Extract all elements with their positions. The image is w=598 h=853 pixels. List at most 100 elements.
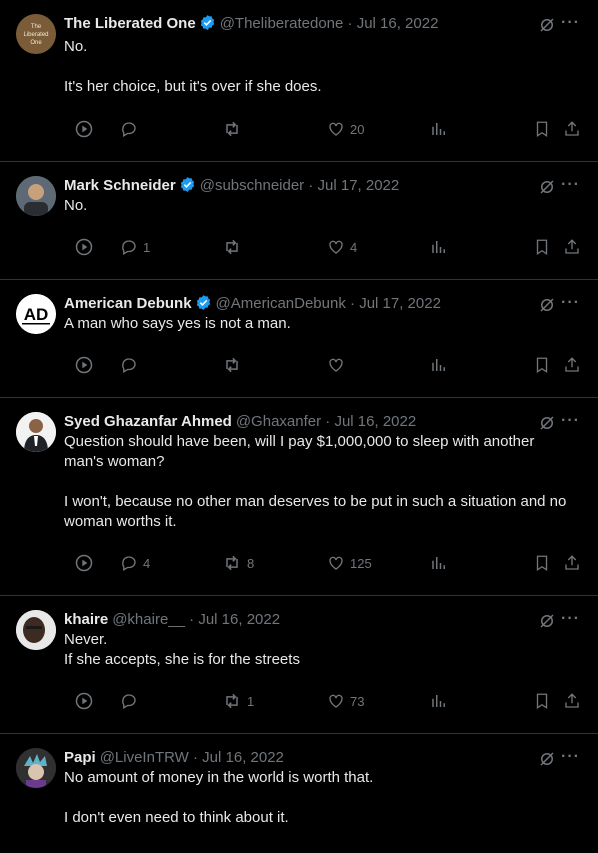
like-button[interactable]	[327, 354, 350, 376]
bookmark-button[interactable]	[533, 552, 551, 574]
more-options-icon[interactable]: ···	[561, 294, 580, 312]
like-count: 20	[350, 121, 365, 137]
views-button[interactable]	[430, 236, 448, 258]
avatar[interactable]: AD	[16, 294, 56, 334]
tweet-actions: 1 4	[0, 236, 598, 258]
display-name[interactable]: Papi	[64, 749, 96, 766]
share-button[interactable]	[563, 118, 581, 140]
play-button[interactable]	[74, 354, 94, 376]
share-button[interactable]	[563, 236, 581, 258]
svg-text:One: One	[30, 40, 42, 46]
avatar-logo-icon: The Liberated One	[16, 14, 56, 54]
tweet[interactable]: Papi @LiveInTRW · Jul 16, 2022 ··· No amo…	[0, 734, 598, 853]
svg-text:The: The	[31, 24, 42, 30]
repost-button[interactable]	[222, 118, 247, 140]
display-name[interactable]: Mark Schneider	[64, 177, 176, 194]
tweet-line	[64, 57, 586, 77]
display-name[interactable]: khaire	[64, 611, 108, 628]
like-button[interactable]: 20	[327, 118, 364, 140]
tweet[interactable]: khaire @khaire__ · Jul 16, 2022 ··· Never…	[0, 596, 598, 734]
avatar-photo-icon	[16, 610, 56, 650]
reply-button[interactable]	[120, 118, 143, 140]
tweet-line: No amount of money in the world is worth…	[64, 769, 374, 786]
tweet-text: No amount of money in the world is worth…	[64, 768, 586, 828]
tweet-line: No.	[64, 38, 88, 55]
tweet-actions: 20	[0, 118, 598, 140]
repost-button[interactable]: 8	[222, 552, 254, 574]
more-options-icon[interactable]: ···	[561, 610, 580, 628]
views-button[interactable]	[430, 552, 448, 574]
play-button[interactable]	[74, 236, 94, 258]
handle[interactable]: @AmericanDebunk	[216, 295, 346, 312]
avatar-photo-icon	[16, 412, 56, 452]
repost-button[interactable]	[222, 236, 247, 258]
like-count: 125	[350, 555, 372, 571]
views-button[interactable]	[430, 690, 448, 712]
views-button[interactable]	[430, 354, 448, 376]
tweet[interactable]: The Liberated One The Liberated One @Thel…	[0, 0, 598, 162]
reply-button[interactable]	[120, 690, 143, 712]
timestamp[interactable]: Jul 17, 2022	[359, 295, 441, 312]
reply-button[interactable]: 4	[120, 552, 150, 574]
more-options-icon[interactable]: ···	[561, 412, 580, 430]
more-options-icon[interactable]: ···	[561, 176, 580, 194]
reply-button[interactable]	[120, 354, 143, 376]
svg-text:Liberated: Liberated	[23, 32, 48, 38]
like-button[interactable]: 125	[327, 552, 372, 574]
like-count: 73	[350, 693, 365, 709]
share-button[interactable]	[563, 552, 581, 574]
tweet[interactable]: Mark Schneider @subschneider · Jul 17, 20…	[0, 162, 598, 280]
like-button[interactable]: 73	[327, 690, 364, 712]
tweet[interactable]: AD American Debunk @AmericanDebunk · Jul …	[0, 280, 598, 398]
play-button[interactable]	[74, 118, 94, 140]
display-name[interactable]: Syed Ghazanfar Ahmed	[64, 413, 232, 430]
play-button[interactable]	[74, 552, 94, 574]
tweet-actions	[0, 354, 598, 376]
grok-icon[interactable]	[538, 16, 556, 39]
avatar[interactable]	[16, 610, 56, 650]
like-button[interactable]: 4	[327, 236, 357, 258]
share-button[interactable]	[563, 690, 581, 712]
display-name[interactable]: The Liberated One	[64, 15, 196, 32]
bookmark-button[interactable]	[533, 236, 551, 258]
tweet[interactable]: Syed Ghazanfar Ahmed @Ghaxanfer · Jul 16,…	[0, 398, 598, 596]
handle[interactable]: @Theliberatedone	[220, 15, 344, 32]
repost-button[interactable]	[222, 354, 247, 376]
avatar[interactable]	[16, 412, 56, 452]
tweet-line: No.	[64, 197, 88, 214]
handle[interactable]: @subschneider	[200, 177, 304, 194]
avatar[interactable]	[16, 176, 56, 216]
more-options-icon[interactable]: ···	[561, 14, 580, 32]
tweet-line: A man who says yes is not a man.	[64, 315, 291, 332]
more-options-icon[interactable]: ···	[561, 748, 580, 766]
tweet-text: No. It's her choice, but it's over if sh…	[64, 37, 586, 97]
timestamp[interactable]: Jul 16, 2022	[334, 413, 416, 430]
timestamp[interactable]: Jul 16, 2022	[198, 611, 280, 628]
share-button[interactable]	[563, 354, 581, 376]
display-name[interactable]: American Debunk	[64, 295, 192, 312]
bookmark-button[interactable]	[533, 354, 551, 376]
tweet-text: No.	[64, 196, 586, 216]
play-button[interactable]	[74, 690, 94, 712]
timestamp[interactable]: Jul 16, 2022	[202, 749, 284, 766]
repost-button[interactable]: 1	[222, 690, 254, 712]
avatar[interactable]	[16, 748, 56, 788]
tweet-line: man's woman?	[64, 453, 165, 470]
handle[interactable]: @Ghaxanfer	[236, 413, 321, 430]
tweet-actions: 1 73	[0, 690, 598, 712]
reply-button[interactable]: 1	[120, 236, 150, 258]
like-count: 4	[350, 239, 358, 255]
handle[interactable]: @khaire__	[112, 611, 185, 628]
avatar[interactable]: The Liberated One	[16, 14, 56, 54]
views-button[interactable]	[430, 118, 448, 140]
bookmark-button[interactable]	[533, 118, 551, 140]
timestamp[interactable]: Jul 17, 2022	[318, 177, 400, 194]
handle[interactable]: @LiveInTRW	[100, 749, 189, 766]
tweet-header: Syed Ghazanfar Ahmed @Ghaxanfer · Jul 16,…	[64, 413, 417, 430]
bookmark-button[interactable]	[533, 690, 551, 712]
tweet-line: Question should have been, will I pay $1…	[64, 433, 535, 450]
verified-badge-icon	[199, 14, 216, 37]
tweet-text: Never. If she accepts, she is for the st…	[64, 630, 586, 670]
timestamp[interactable]: Jul 16, 2022	[357, 15, 439, 32]
tweet-text: A man who says yes is not a man.	[64, 314, 586, 334]
